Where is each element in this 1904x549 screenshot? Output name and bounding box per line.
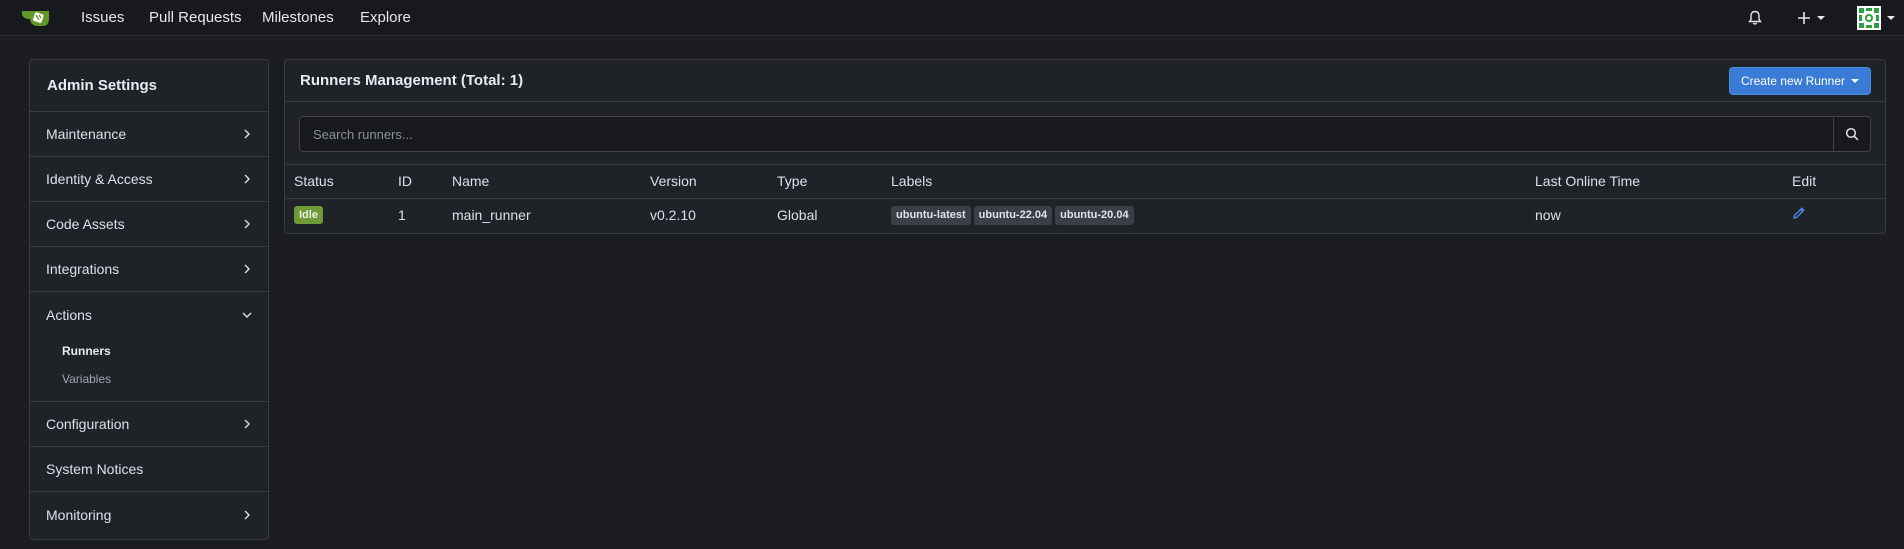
chevron-down-icon: [1851, 78, 1859, 83]
sidebar-item-label: Actions: [46, 306, 92, 323]
sidebar-item-label: Configuration: [46, 416, 130, 432]
sidebar-item-system-notices[interactable]: System Notices: [30, 447, 268, 492]
sidebar-item-label: Integrations: [46, 261, 120, 277]
chevron-down-icon: [1817, 16, 1825, 20]
plus-icon: [1798, 12, 1810, 24]
sidebar-subitem-runners[interactable]: Runners: [62, 337, 268, 365]
pencil-icon[interactable]: [1792, 206, 1806, 220]
sidebar-group-actions: Actions Runners Variables: [30, 292, 268, 402]
search-icon: [1845, 127, 1859, 141]
sidebar-item-label: Maintenance: [46, 126, 127, 142]
runner-labels: ubuntu-latest ubuntu-22.04 ubuntu-20.04: [891, 198, 1535, 231]
sidebar-item-actions[interactable]: Actions: [30, 292, 268, 337]
runner-label-chip[interactable]: ubuntu-20.04: [1055, 205, 1134, 225]
column-header-type[interactable]: Type: [777, 165, 891, 199]
table-header-row: Status ID Name Version Type Labels Last …: [285, 165, 1885, 199]
sidebar-submenu-actions: Runners Variables: [30, 337, 268, 401]
sidebar-item-label: System Notices: [46, 461, 144, 477]
column-header-version[interactable]: Version: [650, 165, 777, 199]
column-header-labels: Labels: [891, 165, 1535, 199]
search-box: [299, 116, 1871, 152]
search-input[interactable]: [300, 117, 1833, 151]
runner-label-chip[interactable]: ubuntu-latest: [891, 205, 971, 225]
nav-issues-link[interactable]: Issues: [81, 9, 124, 26]
sidebar-item-integrations[interactable]: Integrations: [30, 247, 268, 292]
page-title: Runners Management (Total: 1): [300, 72, 524, 89]
runners-table: Status ID Name Version Type Labels Last …: [285, 165, 1885, 231]
top-navbar: Issues Pull Requests Milestones Explore: [0, 0, 1904, 36]
admin-sidebar: Admin Settings Maintenance Identity & Ac…: [29, 59, 269, 540]
runners-card-header: Runners Management (Total: 1) Create new…: [285, 60, 1885, 102]
gitea-logo-icon[interactable]: [20, 6, 52, 30]
user-menu-button[interactable]: [1857, 6, 1895, 30]
column-header-status[interactable]: Status: [285, 165, 398, 199]
sidebar-item-label: Identity & Access: [46, 171, 153, 187]
table-row: Idle 1 main_runner v0.2.10 Global ubuntu…: [285, 198, 1885, 231]
chevron-right-icon: [244, 264, 250, 274]
create-runner-button[interactable]: Create new Runner: [1728, 66, 1871, 95]
search-row: [285, 102, 1885, 165]
runner-id: 1: [398, 206, 406, 223]
column-header-name[interactable]: Name: [452, 165, 650, 199]
sidebar-subitem-variables[interactable]: Variables: [62, 365, 268, 393]
sidebar-item-code-assets[interactable]: Code Assets: [30, 202, 268, 247]
create-menu-button[interactable]: [1797, 6, 1825, 30]
runner-name: main_runner: [452, 206, 531, 223]
column-header-last-online[interactable]: Last Online Time: [1535, 165, 1792, 199]
chevron-right-icon: [244, 510, 250, 519]
sidebar-item-monitoring[interactable]: Monitoring: [30, 492, 268, 537]
search-button[interactable]: [1833, 117, 1870, 151]
column-header-edit: Edit: [1792, 165, 1885, 199]
chevron-right-icon: [244, 419, 250, 429]
runner-type: Global: [777, 206, 818, 223]
sidebar-item-identity-access[interactable]: Identity & Access: [30, 157, 268, 202]
chevron-right-icon: [244, 129, 250, 139]
sidebar-title: Admin Settings: [30, 60, 268, 112]
chevron-down-icon: [1887, 16, 1895, 20]
nav-pull-requests-link[interactable]: Pull Requests: [149, 9, 242, 26]
runner-last-online: now: [1535, 206, 1561, 223]
bell-icon: [1748, 10, 1762, 25]
chevron-right-icon: [244, 219, 250, 229]
sidebar-item-maintenance[interactable]: Maintenance: [30, 112, 268, 157]
sidebar-item-label: Code Assets: [46, 216, 125, 232]
runner-version: v0.2.10: [650, 206, 696, 223]
runner-label-chip[interactable]: ubuntu-22.04: [973, 205, 1053, 225]
nav-explore-link[interactable]: Explore: [360, 9, 411, 26]
avatar: [1857, 6, 1881, 30]
column-header-id[interactable]: ID: [398, 165, 452, 199]
chevron-right-icon: [244, 174, 250, 184]
sidebar-item-configuration[interactable]: Configuration: [30, 402, 268, 447]
nav-milestones-link[interactable]: Milestones: [262, 9, 334, 26]
status-badge: Idle: [294, 206, 323, 225]
create-runner-label: Create new Runner: [1740, 73, 1845, 88]
sidebar-item-label: Monitoring: [46, 506, 112, 523]
runners-card: Runners Management (Total: 1) Create new…: [284, 59, 1886, 234]
notifications-button[interactable]: [1747, 6, 1763, 30]
chevron-down-icon: [242, 312, 252, 318]
